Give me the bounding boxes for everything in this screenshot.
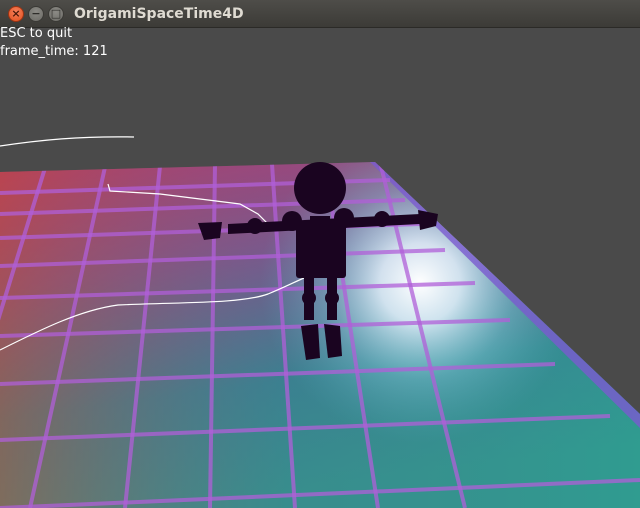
maximize-button[interactable]: □ (48, 6, 64, 22)
render-viewport[interactable]: ESC to quit frame_time: 121 (0, 26, 640, 508)
window-title: OrigamiSpaceTime4D (74, 6, 244, 22)
character-head (294, 162, 346, 214)
character-torso (296, 224, 346, 278)
close-icon: × (11, 7, 21, 20)
title-bar[interactable]: × − □ OrigamiSpaceTime4D (0, 0, 640, 28)
minimize-button[interactable]: − (28, 6, 44, 22)
app-window: × − □ OrigamiSpaceTime4D ESC to quit fra… (0, 0, 640, 508)
scene-canvas (0, 136, 640, 508)
hud-frame-time: frame_time: 121 (0, 44, 108, 59)
close-button[interactable]: × (8, 6, 24, 22)
hud-quit-hint: ESC to quit (0, 26, 73, 41)
minimize-icon: − (31, 7, 41, 20)
maximize-icon: □ (50, 7, 62, 20)
